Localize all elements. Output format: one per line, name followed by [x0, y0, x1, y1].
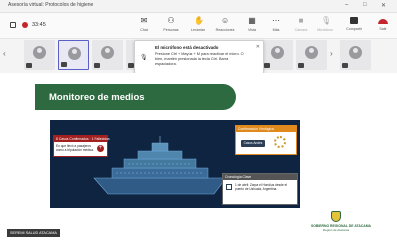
- virology-card: Confirmación Virológica Casos Andes: [235, 125, 297, 155]
- avatar: [271, 46, 284, 59]
- virus-icon: [274, 136, 286, 148]
- more-label: Más: [272, 28, 280, 32]
- chat-icon: ✉: [140, 16, 148, 25]
- chat-button[interactable]: ✉ Chat: [133, 16, 155, 33]
- avatar: [68, 47, 81, 60]
- window-titlebar: Asesoría virtual: Protocolos de higiene …: [0, 0, 397, 13]
- shield-icon: [10, 22, 16, 28]
- view-button[interactable]: ▦ Vista: [241, 16, 263, 33]
- mic-off-icon: [342, 63, 348, 68]
- leave-label: Salir: [379, 27, 387, 31]
- slide-title-banner: Monitoreo de medios: [35, 84, 236, 110]
- confirmed-cases-header: 8 Casos Confirmados · 1 Fallecidos: [54, 136, 110, 142]
- infographic-panel: 8 Casos Confirmados · 1 Fallecidos En qu…: [50, 120, 300, 208]
- recording-icon: [22, 22, 28, 28]
- meeting-timer: 33:45: [32, 22, 46, 28]
- mic-off-icon: [94, 63, 100, 68]
- mic-off-icon: [298, 63, 304, 68]
- reactions-button[interactable]: ☺ Reacciones: [214, 16, 236, 33]
- camera-icon: ■: [298, 16, 304, 25]
- mic-off-icon: [61, 62, 67, 67]
- chevron-left-icon[interactable]: ‹: [3, 49, 6, 58]
- leave-icon: [378, 19, 388, 24]
- confirmed-cases-text: En que llevó a pasajeros como a tripulac…: [56, 144, 94, 152]
- logo-line-2: Región de Atacama: [322, 228, 350, 232]
- people-button[interactable]: ⚇ Personas: [160, 16, 182, 33]
- participant-tile[interactable]: [340, 40, 371, 70]
- mic-muted-notification: 🎙 El micrófono está desactivado Presione…: [134, 40, 264, 74]
- camera-button[interactable]: ■ Cámara: [290, 16, 312, 33]
- camera-label: Cámara: [294, 28, 308, 32]
- plus-icon: +: [97, 145, 104, 152]
- share-label: Compartir: [346, 27, 362, 31]
- presenter-name-tag: SEREMI SALUD ATACAMA: [7, 229, 60, 237]
- close-window-icon[interactable]: ✕: [381, 2, 386, 9]
- mic-off-icon: [26, 63, 32, 68]
- participant-tile[interactable]: [262, 40, 293, 70]
- window-title: Asesoría virtual: Protocolos de higiene: [8, 2, 94, 8]
- hand-icon: ✋: [194, 16, 204, 25]
- leave-button[interactable]: Salir: [372, 17, 394, 31]
- share-icon: [350, 17, 358, 24]
- avatar: [349, 46, 362, 59]
- andes-cases-label: Casos Andes: [241, 140, 265, 147]
- chevron-right-icon[interactable]: ›: [330, 49, 333, 58]
- confirmed-cases-card: 8 Casos Confirmados · 1 Fallecidos En qu…: [53, 135, 110, 157]
- meeting-toolbar: 33:45 ✉ Chat ⚇ Personas ✋ Levantar ☺ Rea…: [0, 13, 397, 39]
- more-icon: ⋯: [272, 16, 280, 25]
- avatar: [305, 46, 318, 59]
- raise-hand-button[interactable]: ✋ Levantar: [187, 16, 209, 33]
- smile-icon: ☺: [221, 16, 230, 25]
- avatar: [33, 46, 46, 59]
- notification-body: Presione Ctrl + Mayús + M para reactivar…: [155, 52, 244, 66]
- mic-off-icon: [264, 63, 270, 68]
- view-label: Vista: [248, 28, 256, 32]
- notification-heading: El micrófono está desactivado: [155, 45, 219, 50]
- maximize-icon[interactable]: □: [363, 2, 367, 8]
- chat-label: Chat: [140, 28, 148, 32]
- calendar-icon: [226, 184, 232, 190]
- slide-title: Monitoreo de medios: [49, 92, 145, 103]
- more-button[interactable]: ⋯ Más: [265, 16, 287, 33]
- timeline-text: 1 de abril: Zarpa el Hondius desde el pu…: [235, 183, 288, 192]
- participant-tile[interactable]: [296, 40, 327, 70]
- minimize-icon[interactable]: –: [345, 2, 348, 8]
- people-icon: ⚇: [167, 16, 175, 25]
- participant-tile[interactable]: [58, 40, 89, 70]
- participant-tile[interactable]: [24, 40, 55, 70]
- ship-illustration: [93, 136, 227, 195]
- shared-content-stage: Monitoreo de medios 8 Casos Confirmados …: [0, 73, 397, 240]
- microphone-label: Micrófono: [317, 28, 333, 32]
- virology-header: Confirmación Virológica: [236, 126, 296, 132]
- shared-slide: Monitoreo de medios 8 Casos Confirmados …: [35, 77, 371, 235]
- microphone-button[interactable]: 🎙 Micrófono: [314, 16, 336, 33]
- close-icon[interactable]: ✕: [256, 44, 260, 50]
- people-label: Personas: [163, 28, 179, 32]
- avatar: [101, 46, 114, 59]
- microphone-icon: 🎙: [321, 16, 332, 25]
- timeline-card: Cronología Clave 1 de abril: Zarpa el Ho…: [222, 173, 298, 205]
- participant-tile[interactable]: [92, 40, 123, 70]
- government-logo: SOBIERNO REGIONAL DE ATACAMA Región de A…: [311, 211, 371, 235]
- reactions-label: Reacciones: [215, 28, 235, 32]
- shield-icon: [331, 211, 341, 222]
- grid-icon: ▦: [248, 16, 256, 25]
- timeline-header: Cronología Clave: [223, 174, 297, 180]
- raise-hand-label: Levantar: [191, 28, 205, 32]
- microphone-icon: 🎙: [140, 55, 148, 61]
- share-button[interactable]: Compartir: [343, 17, 365, 31]
